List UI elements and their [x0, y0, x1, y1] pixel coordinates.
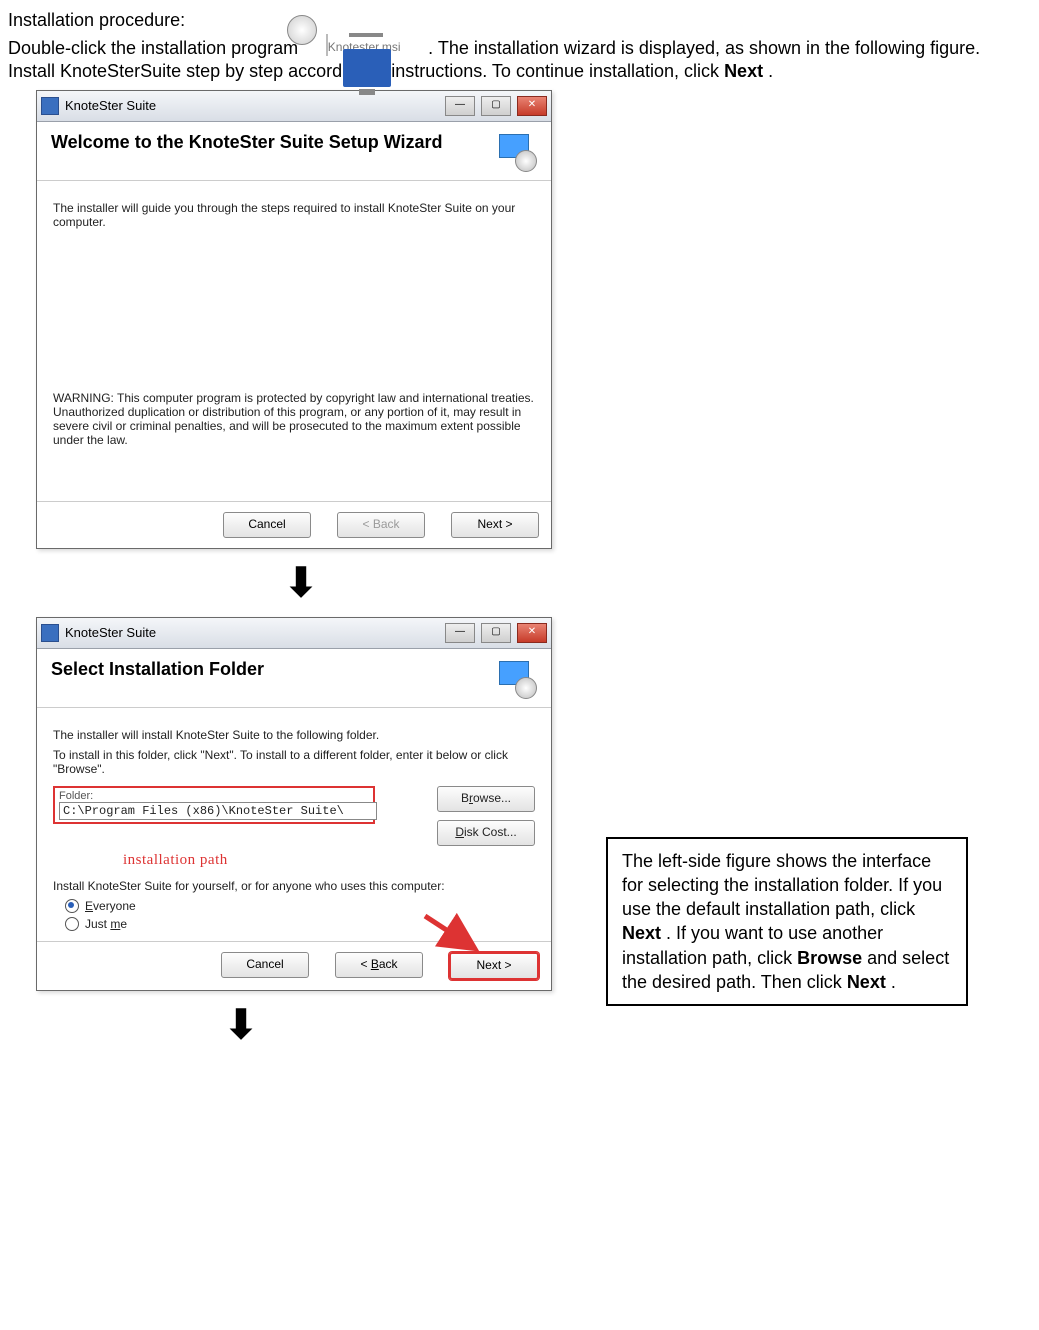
radio-justme[interactable]: Just me — [65, 917, 535, 931]
minimize-button[interactable]: — — [445, 96, 475, 116]
wizard1-body: The installer will guide you through the… — [37, 181, 551, 501]
app-icon — [41, 624, 59, 642]
disk-cost-button-label: Disk Cost... — [455, 825, 516, 839]
back-button: < Back — [337, 512, 425, 538]
app-icon — [41, 97, 59, 115]
radio-icon — [65, 899, 79, 913]
maximize-button[interactable]: ▢ — [481, 623, 511, 643]
wizard1-body-text: The installer will guide you through the… — [53, 201, 535, 229]
back-button[interactable]: < Back — [335, 952, 423, 978]
callout-box: The left-side figure shows the interface… — [606, 837, 968, 1007]
intro-next-bold: Next — [724, 61, 763, 81]
cancel-button[interactable]: Cancel — [223, 512, 311, 538]
wizard2-footer: Cancel < Back Next > — [37, 941, 551, 990]
down-arrow-icon: ⬇ — [36, 563, 566, 603]
wizard2-heading: Select Installation Folder — [51, 659, 264, 680]
radio-justme-label: Just me — [85, 917, 127, 931]
browse-button[interactable]: Browse... — [437, 786, 535, 812]
intro-text-a: Double-click the installation program — [8, 38, 303, 58]
wizard-folder-window: KnoteSter Suite — ▢ ✕ Select Installatio… — [36, 617, 552, 991]
callout-bold-browse: Browse — [797, 948, 862, 968]
browse-button-label: Browse... — [461, 791, 511, 805]
install-scope-prompt: Install KnoteSter Suite for yourself, or… — [53, 879, 535, 893]
wizard1-header: Welcome to the KnoteSter Suite Setup Wiz… — [37, 122, 551, 181]
wizard1-footer: Cancel < Back Next > — [37, 501, 551, 548]
wizard2-header: Select Installation Folder — [37, 649, 551, 708]
callout-text-4: . — [891, 972, 896, 992]
installer-header-icon — [493, 132, 537, 172]
wizard1-warning-text: WARNING: This computer program is protec… — [53, 391, 535, 447]
wizard2-titlebar[interactable]: KnoteSter Suite — ▢ ✕ — [37, 618, 551, 649]
wizard1-title: KnoteSter Suite — [65, 98, 156, 113]
down-arrow-icon: ⬇ — [0, 1005, 566, 1045]
folder-highlight-box: Folder: C:\Program Files (x86)\KnoteSter… — [53, 786, 375, 824]
wizard2-body: The installer will install KnoteSter Sui… — [37, 708, 551, 941]
wizard2-body-text2: To install in this folder, click "Next".… — [53, 748, 535, 776]
next-button[interactable]: Next > — [451, 512, 539, 538]
wizard1-titlebar[interactable]: KnoteSter Suite — ▢ ✕ — [37, 91, 551, 122]
wizard2-body-text1: The installer will install KnoteSter Sui… — [53, 728, 535, 742]
folder-input[interactable]: C:\Program Files (x86)\KnoteSter Suite\ — [59, 802, 377, 820]
maximize-button[interactable]: ▢ — [481, 96, 511, 116]
wizard2-title: KnoteSter Suite — [65, 625, 156, 640]
cancel-button[interactable]: Cancel — [221, 952, 309, 978]
callout-text-1: The left-side figure shows the interface… — [622, 851, 942, 920]
doc-heading: Installation procedure: — [8, 8, 1031, 32]
installer-header-icon — [493, 659, 537, 699]
minimize-button[interactable]: — — [445, 623, 475, 643]
wizard1-heading: Welcome to the KnoteSter Suite Setup Wiz… — [51, 132, 443, 153]
disk-cost-button[interactable]: Disk Cost... — [437, 820, 535, 846]
next-button[interactable]: Next > — [449, 952, 539, 980]
intro-text-c: . — [768, 61, 773, 81]
callout-bold-next1: Next — [622, 923, 661, 943]
close-button[interactable]: ✕ — [517, 623, 547, 643]
callout-bold-next2: Next — [847, 972, 886, 992]
intro-paragraph: Double-click the installation program Kn… — [8, 36, 1031, 81]
wizard-welcome-window: KnoteSter Suite — ▢ ✕ Welcome to the Kno… — [36, 90, 552, 549]
radio-everyone[interactable]: Everyone — [65, 899, 535, 913]
close-button[interactable]: ✕ — [517, 96, 547, 116]
msi-file-icon: Knotester.msi — [309, 35, 417, 56]
installation-path-caption: installation path — [123, 852, 535, 869]
radio-everyone-label: Everyone — [85, 899, 136, 913]
installer-icon — [326, 34, 328, 56]
folder-label: Folder: — [59, 790, 369, 802]
radio-icon — [65, 917, 79, 931]
